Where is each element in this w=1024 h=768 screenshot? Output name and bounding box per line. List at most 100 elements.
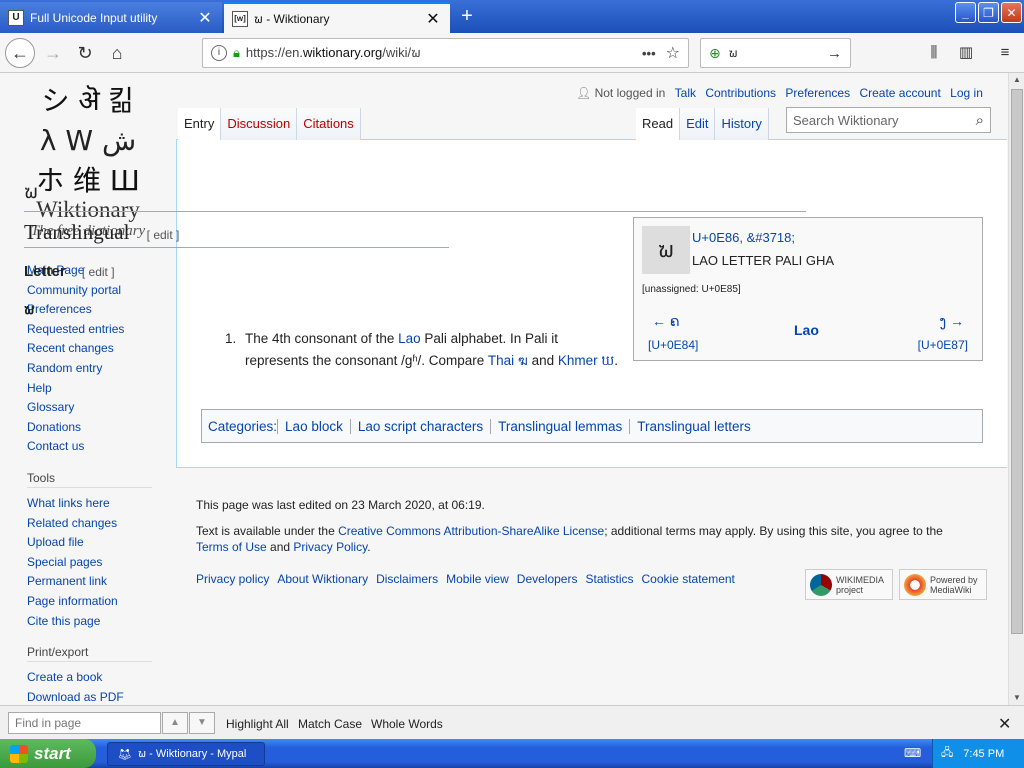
reload-icon[interactable]: ↻ <box>70 38 100 68</box>
print-item-create-a-book[interactable]: Create a book <box>27 668 157 688</box>
block-link[interactable]: Lao <box>794 322 819 338</box>
minimize-icon[interactable]: _ <box>955 2 976 23</box>
match-case-option[interactable]: Match Case <box>298 717 362 731</box>
forward-arrow-icon[interactable]: → <box>38 38 68 68</box>
scroll-down-icon[interactable]: ▼ <box>1009 691 1024 705</box>
categories-label[interactable]: Categories: <box>208 419 277 434</box>
find-in-page-input[interactable] <box>8 712 161 734</box>
sidebar-item-preferences[interactable]: Preferences <box>27 300 157 320</box>
tab-citations[interactable]: Citations <box>297 108 361 140</box>
tools-item-special-pages[interactable]: Special pages <box>27 553 157 573</box>
start-button[interactable]: start <box>0 739 96 768</box>
wiktionary-logo[interactable]: シ ऄ 킮 λ W ش ホ 维 Ш Wiktionary The free di… <box>18 81 158 241</box>
footer-link-statistics[interactable]: Statistics <box>585 572 633 586</box>
footer-link-cookie-statement[interactable]: Cookie statement <box>642 572 735 586</box>
tab-entry[interactable]: Entry <box>178 108 222 140</box>
scroll-up-icon[interactable]: ▲ <box>1009 73 1024 87</box>
info-icon[interactable]: i <box>211 45 227 61</box>
next-character-link[interactable]: ງ → <box>939 313 964 330</box>
url-text[interactable]: https://en.wiktionary.org/wiki/ຆ <box>246 43 642 64</box>
category-lao-script-characters[interactable]: Lao script characters <box>349 418 490 434</box>
browser-search-box[interactable]: ⊕ ຆ → <box>700 38 851 68</box>
edit-letter-link[interactable]: [ edit ] <box>82 265 115 279</box>
tab-unicode-input[interactable]: U Full Unicode Input utility ✕ <box>0 2 222 33</box>
sidebar-item-recent-changes[interactable]: Recent changes <box>27 339 157 359</box>
bookmark-star-icon[interactable]: ☆ <box>666 43 680 63</box>
hamburger-menu-icon[interactable]: ≡ <box>994 42 1016 64</box>
scroll-thumb[interactable] <box>1011 89 1023 634</box>
tools-item-related-changes[interactable]: Related changes <box>27 514 157 534</box>
terms-link[interactable]: Terms of Use <box>196 540 267 554</box>
taskbar-item-mypal[interactable]: 🦊︎ ຆ - Wiktionary - Mypal <box>107 742 265 766</box>
search-engine-icon[interactable]: ⊕ <box>709 45 721 62</box>
category-translingual-lemmas[interactable]: Translingual lemmas <box>490 418 629 434</box>
tab-discussion[interactable]: Discussion <box>221 108 298 140</box>
clock[interactable]: 7:45 PM <box>963 748 1004 760</box>
tab-wiktionary[interactable]: [w] ຆ - Wiktionary ✕ <box>224 2 450 33</box>
footer-link-about-wiktionary[interactable]: About Wiktionary <box>277 572 368 586</box>
log-in-link[interactable]: Log in <box>950 86 983 100</box>
home-icon[interactable]: ⌂ <box>102 38 132 68</box>
tools-item-permanent-link[interactable]: Permanent link <box>27 572 157 592</box>
find-previous-icon[interactable]: ▲ <box>162 712 188 734</box>
thai-link[interactable]: Thai ฆ <box>488 353 528 368</box>
print-item-download-as-pdf[interactable]: Download as PDF <box>27 688 157 705</box>
sidebar-item-community-portal[interactable]: Community portal <box>27 281 157 301</box>
codepoint-link[interactable]: U+0E86, &#3718; <box>692 230 795 245</box>
sidebar-item-contact-us[interactable]: Contact us <box>27 437 157 457</box>
talk-link[interactable]: Talk <box>675 86 696 100</box>
tab-edit[interactable]: Edit <box>680 108 716 140</box>
previous-codepoint-link[interactable]: [U+0E84] <box>648 338 698 352</box>
close-tab-icon[interactable]: ✕ <box>424 9 442 29</box>
new-tab-icon[interactable]: + <box>456 5 478 27</box>
contributions-link[interactable]: Contributions <box>705 86 776 100</box>
sidebar-item-help[interactable]: Help <box>27 379 157 399</box>
tools-item-upload-file[interactable]: Upload file <box>27 533 157 553</box>
window-close-icon[interactable]: ✕ <box>1001 2 1022 23</box>
find-next-icon[interactable]: ▼ <box>189 712 215 734</box>
vertical-scrollbar[interactable]: ▲ ▼ <box>1008 73 1024 705</box>
next-codepoint-link[interactable]: [U+0E87] <box>918 338 968 352</box>
tools-item-what-links-here[interactable]: What links here <box>27 494 157 514</box>
category-translingual-letters[interactable]: Translingual letters <box>629 418 758 434</box>
restore-icon[interactable]: ❐ <box>978 2 999 23</box>
sidebar-item-requested-entries[interactable]: Requested entries <box>27 320 157 340</box>
sidebar-item-random-entry[interactable]: Random entry <box>27 359 157 379</box>
close-find-bar-icon[interactable]: ✕ <box>998 714 1011 734</box>
highlight-all-option[interactable]: Highlight All <box>226 717 289 731</box>
mediawiki-badge[interactable]: Powered by MediaWiki <box>899 569 987 600</box>
category-lao-block[interactable]: Lao block <box>277 418 350 434</box>
previous-character-link[interactable]: ← ຄ <box>652 313 680 330</box>
footer-link-disclaimers[interactable]: Disclaimers <box>376 572 438 586</box>
whole-words-option[interactable]: Whole Words <box>371 717 443 731</box>
wiki-search-input[interactable]: Search Wiktionary ⌕ <box>786 107 991 133</box>
license-link[interactable]: Creative Commons Attribution-ShareAlike … <box>338 524 604 538</box>
edit-translingual-link[interactable]: [ edit ] <box>147 228 180 242</box>
search-icon[interactable]: ⌕ <box>976 112 984 129</box>
page-actions-icon[interactable]: ••• <box>642 46 656 61</box>
create-account-link[interactable]: Create account <box>859 86 940 100</box>
sidebar-icon[interactable]: ▥ <box>955 42 977 64</box>
footer-link-privacy-policy[interactable]: Privacy policy <box>196 572 269 586</box>
close-tab-icon[interactable]: ✕ <box>196 8 214 28</box>
lock-icon[interactable]: 🔒︎ <box>233 45 240 61</box>
back-arrow-icon[interactable]: ← <box>5 38 35 68</box>
khmer-link[interactable]: Khmer ឃ <box>558 353 614 368</box>
footer-link-mobile-view[interactable]: Mobile view <box>446 572 509 586</box>
library-icon[interactable]: ⫼ <box>923 42 945 64</box>
preferences-link[interactable]: Preferences <box>785 86 850 100</box>
tools-item-cite-this-page[interactable]: Cite this page <box>27 612 157 632</box>
network-icon[interactable]: 🖧︎ <box>941 744 953 763</box>
address-bar[interactable]: i 🔒︎ https://en.wiktionary.org/wiki/ຆ ••… <box>202 38 689 68</box>
footer-link-developers[interactable]: Developers <box>517 572 578 586</box>
lao-link[interactable]: Lao <box>398 331 421 346</box>
go-arrow-icon[interactable]: → <box>827 45 842 62</box>
tab-history[interactable]: History <box>715 108 769 140</box>
sidebar-item-glossary[interactable]: Glossary <box>27 398 157 418</box>
privacy-policy-link[interactable]: Privacy Policy <box>293 540 367 554</box>
tab-read[interactable]: Read <box>636 108 681 140</box>
keyboard-icon[interactable]: ⌨ <box>904 746 921 760</box>
tools-item-page-information[interactable]: Page information <box>27 592 157 612</box>
wikimedia-badge[interactable]: WIKIMEDIA project <box>805 569 893 600</box>
sidebar-item-donations[interactable]: Donations <box>27 418 157 438</box>
